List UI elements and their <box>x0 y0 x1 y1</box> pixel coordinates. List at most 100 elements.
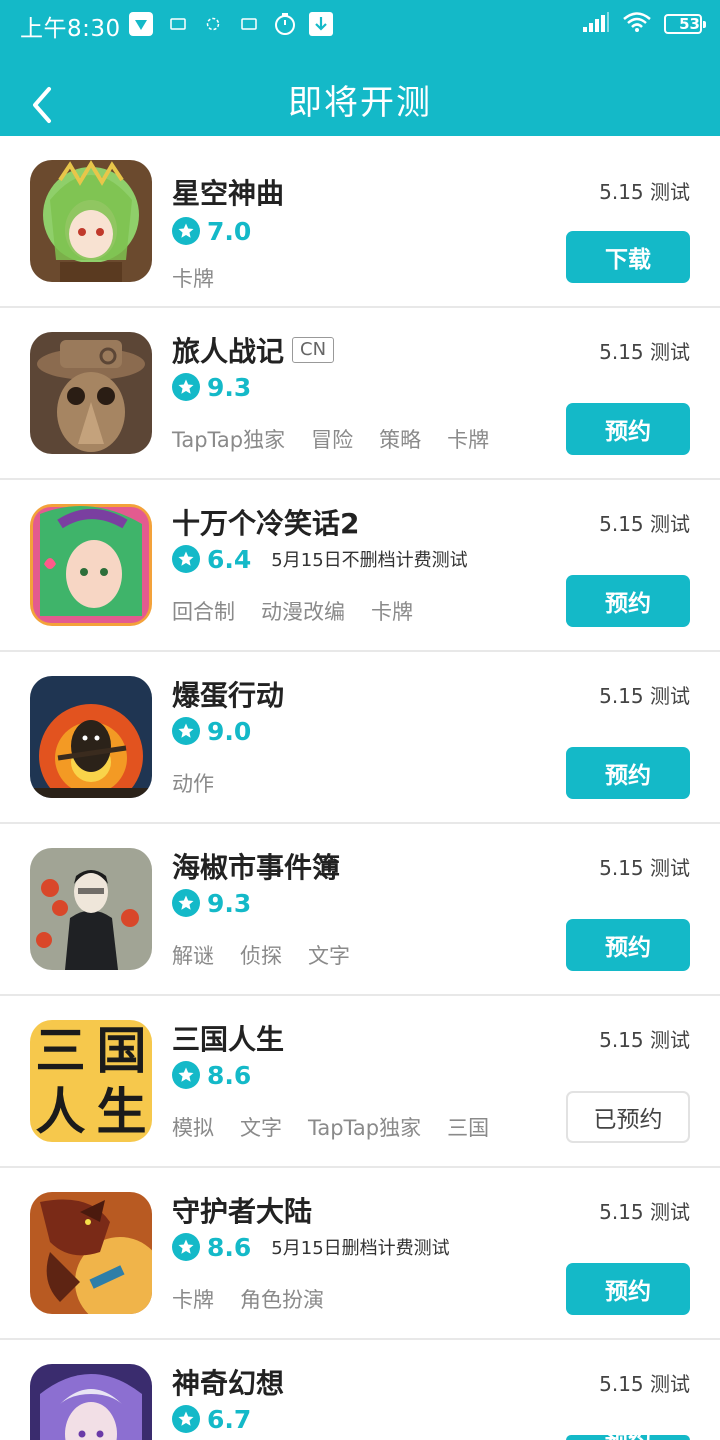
tag-list: TapTap独家 冒险 策略 卡牌 <box>172 424 489 454</box>
tag-list: 模拟 文字 TapTap独家 三国 <box>172 1112 489 1142</box>
small-notification-icon <box>241 11 257 37</box>
test-date: 5.15 测试 <box>599 340 690 364</box>
list-item[interactable]: 星空神曲 7.0 卡牌 5.15 测试 下载 <box>0 136 720 308</box>
game-name: 旅人战记 CN <box>172 330 335 370</box>
star-icon <box>172 1405 200 1433</box>
tag-list: 卡牌 <box>172 263 214 293</box>
icon-char: 生 <box>96 1082 147 1141</box>
game-name: 三国人生 <box>172 1023 285 1056</box>
tag[interactable]: 文字 <box>308 940 350 970</box>
tag[interactable]: 卡牌 <box>172 1284 214 1314</box>
list-item[interactable]: 爆蛋行动 9.0 动作 5.15 测试 预约 <box>0 652 720 824</box>
test-date: 5.15 测试 <box>599 512 690 536</box>
game-icon[interactable] <box>30 848 152 970</box>
tag[interactable]: 动作 <box>172 768 214 798</box>
game-icon[interactable] <box>30 332 152 454</box>
list-item[interactable]: 三 国 人 生 三国人生 8.6 模拟 文字 TapTap独家 三国 5.15 … <box>0 996 720 1168</box>
game-name: 海椒市事件簿 <box>172 851 341 884</box>
score: 9.0 <box>207 716 252 746</box>
icon-char: 人 <box>35 1082 86 1141</box>
download-button[interactable]: 下载 <box>566 231 690 283</box>
game-icon[interactable]: 三 国 人 生 <box>30 1020 152 1142</box>
test-date: 5.15 测试 <box>599 180 690 204</box>
battery-level: 53 <box>679 15 700 33</box>
tag[interactable]: 解谜 <box>172 940 214 970</box>
rating: 8.6 5月15日删档计费测试 <box>172 1232 450 1262</box>
battery-icon: 53 <box>664 14 706 34</box>
signal-icon <box>582 11 610 37</box>
score: 6.7 <box>207 1404 252 1434</box>
game-icon[interactable] <box>30 160 152 282</box>
reserve-button[interactable]: 预约 <box>566 1435 690 1440</box>
reserve-button[interactable]: 预约 <box>566 747 690 799</box>
test-note: 5月15日不删档计费测试 <box>271 550 468 571</box>
small-notification-icon <box>170 11 186 37</box>
app-notification-icon <box>128 11 154 37</box>
test-date: 5.15 测试 <box>599 856 690 880</box>
tag[interactable]: TapTap独家 <box>308 1112 421 1142</box>
tag-list: 回合制 动漫改编 卡牌 <box>172 596 413 626</box>
rating: 9.3 <box>172 888 251 918</box>
rating: 6.4 5月15日不删档计费测试 <box>172 544 468 574</box>
game-icon[interactable] <box>30 1192 152 1314</box>
tag[interactable]: 卡牌 <box>172 263 214 293</box>
tag-list: 卡牌 角色扮演 <box>172 1284 324 1314</box>
rating: 6.7 <box>172 1404 251 1434</box>
status-time: 上午8:30 <box>20 16 121 42</box>
list-item[interactable]: 十万个冷笑话2 6.4 5月15日不删档计费测试 回合制 动漫改编 卡牌 5.1… <box>0 480 720 652</box>
star-icon <box>172 373 200 401</box>
list-item[interactable]: 旅人战记 CN 9.3 TapTap独家 冒险 策略 卡牌 5.15 测试 预约 <box>0 308 720 480</box>
icon-char: 三 <box>35 1021 86 1080</box>
test-date: 5.15 测试 <box>599 1028 690 1052</box>
tag[interactable]: 卡牌 <box>371 596 413 626</box>
game-icon[interactable] <box>30 504 152 626</box>
reserve-button[interactable]: 预约 <box>566 403 690 455</box>
star-icon <box>172 717 200 745</box>
score: 8.6 <box>207 1232 252 1262</box>
status-right: 53 <box>582 10 706 38</box>
region-badge: CN <box>292 337 335 363</box>
tag[interactable]: 模拟 <box>172 1112 214 1142</box>
tag-list: 动作 <box>172 768 214 798</box>
status-bar: 上午8:30 53 <box>0 0 720 50</box>
rating: 9.3 <box>172 372 251 402</box>
game-name: 神奇幻想 <box>172 1367 285 1400</box>
game-icon[interactable] <box>30 1364 152 1440</box>
star-icon <box>172 217 200 245</box>
star-icon <box>172 889 200 917</box>
download-icon <box>308 11 334 37</box>
tag[interactable]: 策略 <box>379 424 421 454</box>
game-name: 爆蛋行动 <box>172 679 285 712</box>
tag[interactable]: 卡牌 <box>447 424 489 454</box>
tag[interactable]: 冒险 <box>311 424 353 454</box>
test-date: 5.15 测试 <box>599 684 690 708</box>
tag[interactable]: 动漫改编 <box>261 596 345 626</box>
game-icon[interactable] <box>30 676 152 798</box>
reserve-button[interactable]: 预约 <box>566 919 690 971</box>
test-date: 5.15 测试 <box>599 1200 690 1224</box>
tag[interactable]: 角色扮演 <box>240 1284 324 1314</box>
score: 9.3 <box>207 888 252 918</box>
score: 7.0 <box>207 216 252 246</box>
timer-icon <box>273 11 297 37</box>
game-name: 十万个冷笑话2 <box>172 507 360 540</box>
star-icon <box>172 1061 200 1089</box>
list-item[interactable]: 神奇幻想 6.7 5.15 测试 预约 <box>0 1340 720 1440</box>
tag[interactable]: TapTap独家 <box>172 424 285 454</box>
list-item[interactable]: 海椒市事件簿 9.3 解谜 侦探 文字 5.15 测试 预约 <box>0 824 720 996</box>
wifi-icon <box>622 11 652 37</box>
star-icon <box>172 545 200 573</box>
list-item[interactable]: 守护者大陆 8.6 5月15日删档计费测试 卡牌 角色扮演 5.15 测试 预约 <box>0 1168 720 1340</box>
rating: 9.0 <box>172 716 251 746</box>
tag[interactable]: 侦探 <box>240 940 282 970</box>
tag[interactable]: 文字 <box>240 1112 282 1142</box>
reserve-button[interactable]: 预约 <box>566 1263 690 1315</box>
game-name: 星空神曲 <box>172 177 285 210</box>
reserved-button[interactable]: 已预约 <box>566 1091 690 1143</box>
game-name: 守护者大陆 <box>172 1195 313 1228</box>
test-note: 5月15日删档计费测试 <box>271 1238 450 1259</box>
small-notification-icon <box>205 11 221 37</box>
tag[interactable]: 三国 <box>447 1112 489 1142</box>
tag[interactable]: 回合制 <box>172 596 235 626</box>
reserve-button[interactable]: 预约 <box>566 575 690 627</box>
